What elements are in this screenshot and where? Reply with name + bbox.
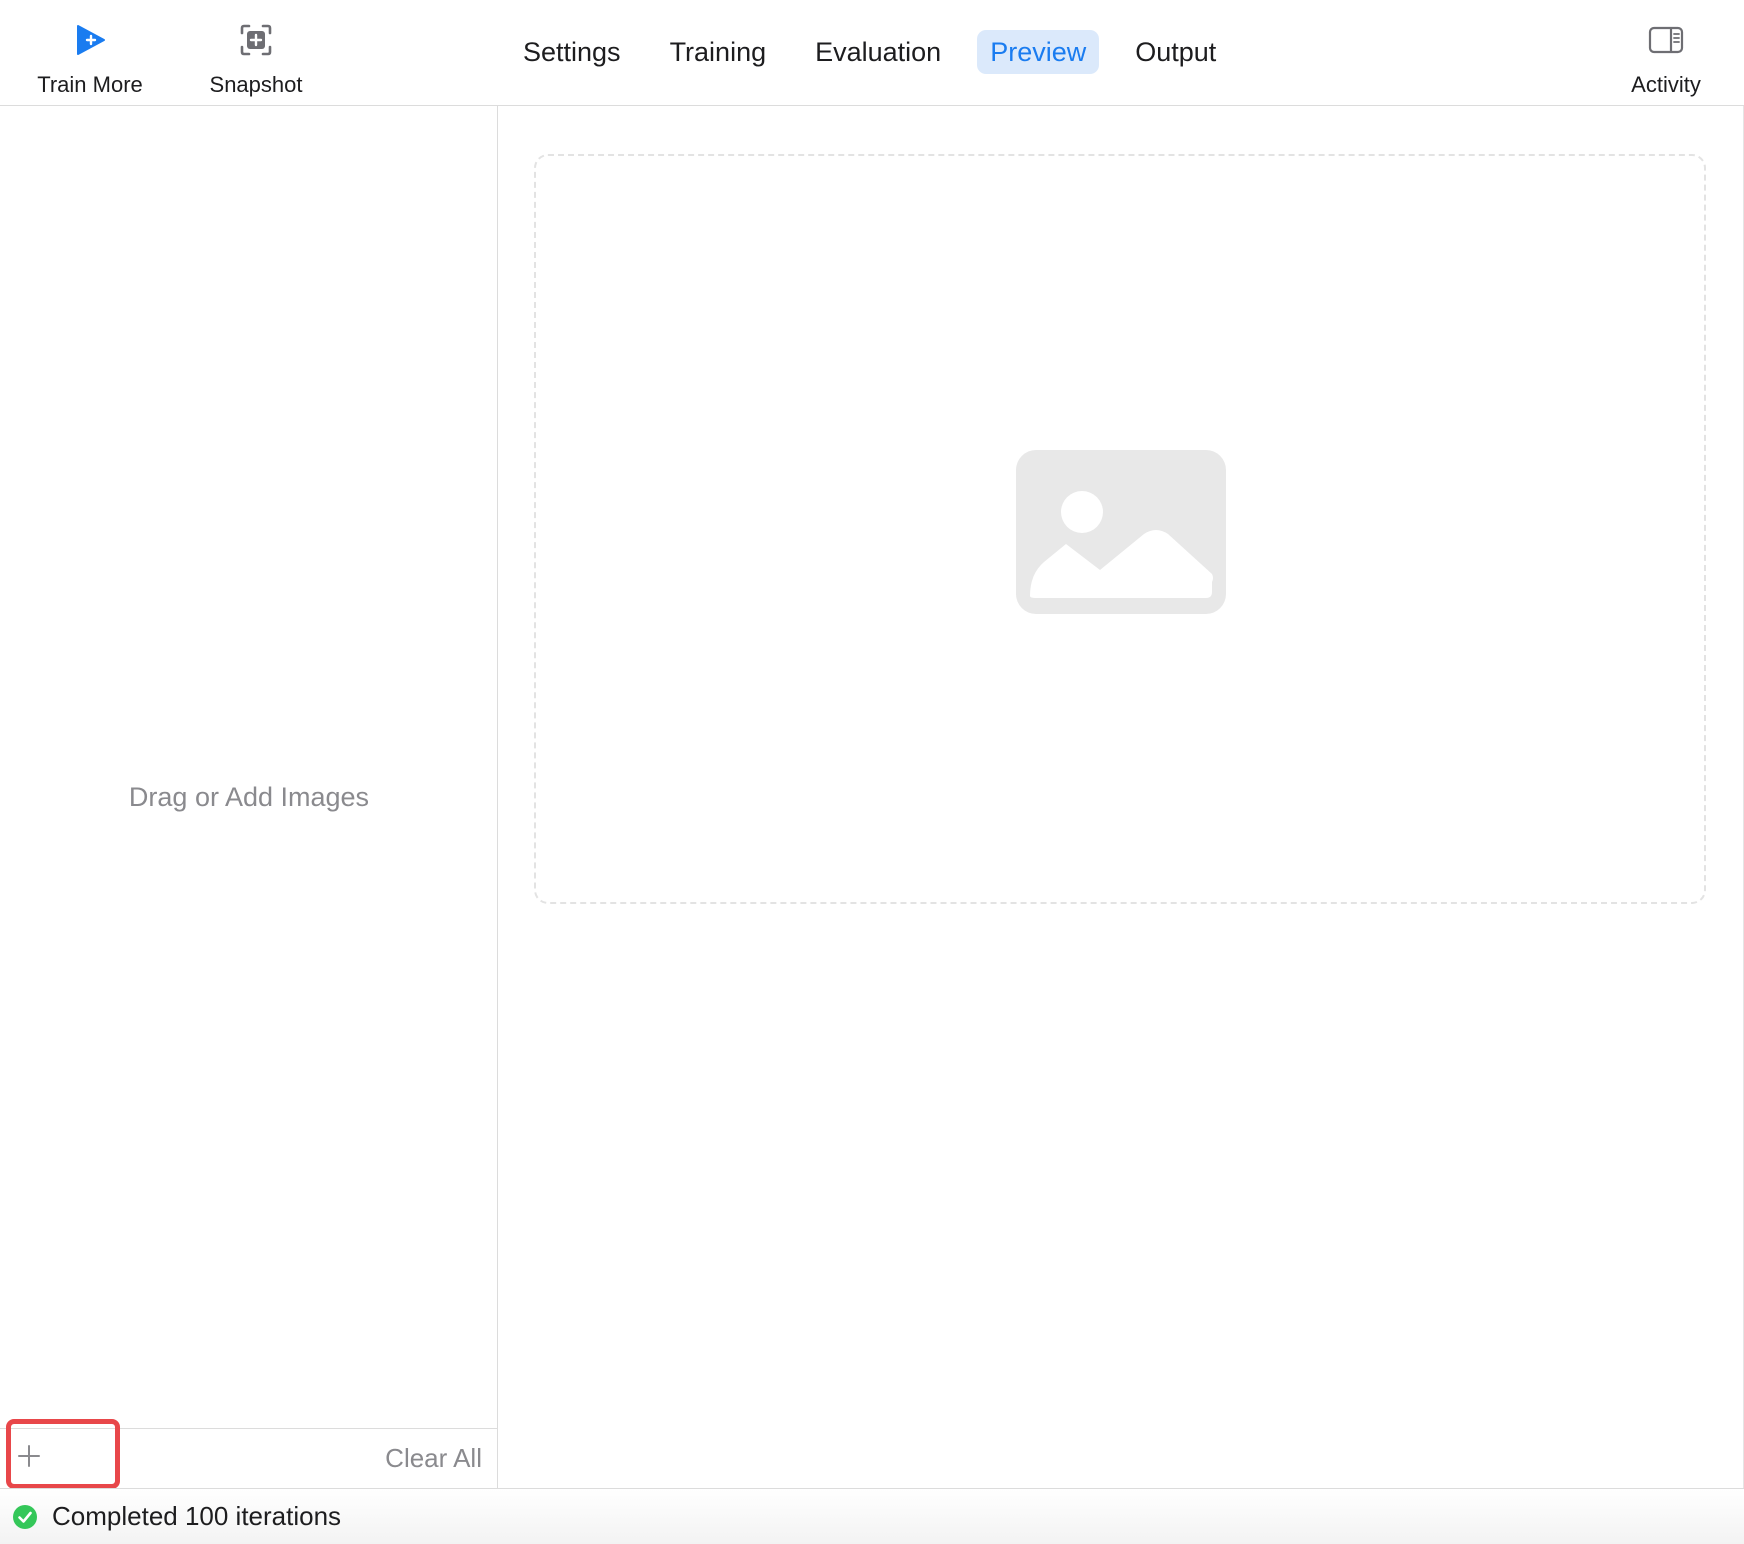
status-text: Completed 100 iterations	[52, 1501, 342, 1531]
tab-training[interactable]: Training	[657, 30, 780, 74]
activity-button[interactable]: Activity	[1616, 18, 1716, 98]
checkmark-circle-icon	[12, 1504, 38, 1530]
tab-bar: Settings Training Evaluation Preview Out…	[510, 30, 1252, 74]
preview-pane	[498, 106, 1744, 1488]
train-more-button[interactable]: Train More	[30, 18, 150, 98]
snapshot-label: Snapshot	[209, 72, 303, 97]
toolbar: Train More Snapshot Settings Training Ev…	[0, 0, 1744, 106]
drop-hint: Drag or Add Images	[128, 782, 370, 812]
tab-settings[interactable]: Settings	[510, 30, 634, 74]
image-list-footer: Clear All	[0, 1419, 498, 1489]
snapshot-button[interactable]: Snapshot	[196, 18, 316, 98]
train-more-label: Train More	[37, 72, 143, 97]
tab-preview[interactable]: Preview	[977, 30, 1100, 74]
snapshot-icon	[236, 18, 276, 62]
image-list-pane[interactable]: Drag or Add Images Clear All	[0, 106, 498, 1489]
play-plus-icon	[70, 18, 110, 62]
sidebar-right-icon	[1646, 18, 1686, 62]
app-window: Train More Snapshot Settings Training Ev…	[0, 0, 1744, 1544]
tab-evaluation[interactable]: Evaluation	[802, 30, 954, 74]
tab-output[interactable]: Output	[1122, 30, 1229, 74]
clear-all-button[interactable]: Clear All	[385, 1443, 482, 1474]
status-bar: Completed 100 iterations	[0, 1488, 1744, 1544]
plus-icon	[17, 1444, 41, 1468]
add-images-button[interactable]	[6, 1419, 120, 1489]
preview-drop-area[interactable]	[534, 154, 1706, 904]
activity-label: Activity	[1631, 72, 1701, 97]
image-placeholder-icon	[1016, 450, 1226, 614]
